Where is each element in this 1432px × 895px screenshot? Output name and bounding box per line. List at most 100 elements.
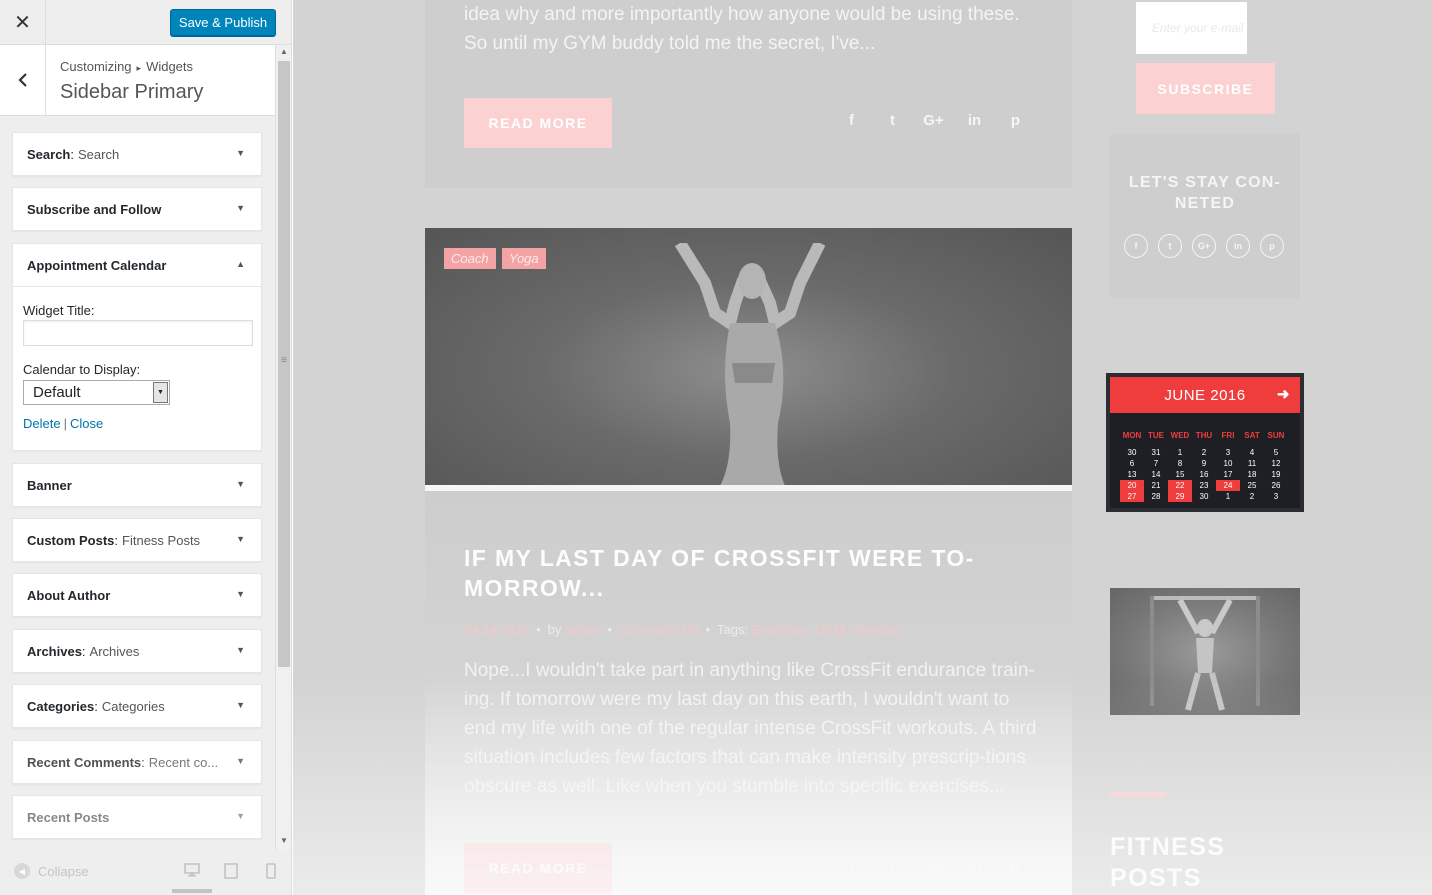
- widget-title-input[interactable]: [23, 320, 253, 346]
- post-tag[interactable]: Coach: [444, 248, 496, 269]
- calendar-day[interactable]: 20: [1120, 480, 1144, 491]
- calendar-day[interactable]: 6: [1120, 458, 1144, 469]
- calendar-day[interactable]: 2: [1192, 447, 1216, 458]
- expand-arrow-icon[interactable]: ▼: [236, 756, 245, 766]
- calendar-day[interactable]: 27: [1120, 491, 1144, 502]
- calendar-day[interactable]: 25: [1240, 480, 1264, 491]
- calendar-day[interactable]: 5: [1264, 447, 1288, 458]
- linkedin-icon[interactable]: in: [954, 112, 995, 129]
- close-customizer-button[interactable]: ✕: [0, 0, 46, 45]
- expand-arrow-icon[interactable]: ▼: [236, 148, 245, 158]
- calendar-day[interactable]: 3: [1264, 491, 1288, 502]
- arrow-right-icon[interactable]: ➜: [1277, 385, 1290, 403]
- read-more-button[interactable]: READ MORE: [464, 843, 612, 893]
- calendar-day[interactable]: 15: [1168, 469, 1192, 480]
- expand-arrow-icon[interactable]: ▼: [236, 645, 245, 655]
- calendar-day[interactable]: 31: [1144, 447, 1168, 458]
- collapse-arrow-icon[interactable]: ▲: [236, 259, 245, 269]
- collapse-button[interactable]: ◀ Collapse: [14, 863, 89, 879]
- widget-subscribe-follow[interactable]: Subscribe and Follow ▼: [12, 187, 262, 231]
- twitter-icon[interactable]: t: [872, 858, 913, 875]
- save-publish-button[interactable]: Save & Publish: [170, 9, 276, 36]
- pinterest-icon[interactable]: p: [1260, 234, 1284, 258]
- widget-archives[interactable]: Archives: Archives ▼: [12, 629, 262, 673]
- calendar-day[interactable]: 29: [1168, 491, 1192, 502]
- post-author[interactable]: admin: [565, 622, 600, 637]
- widget-banner[interactable]: Banner ▼: [12, 463, 262, 507]
- calendar-day[interactable]: 21: [1144, 480, 1168, 491]
- linkedin-icon[interactable]: in: [1226, 234, 1250, 258]
- calendar-day[interactable]: 11: [1240, 458, 1264, 469]
- calendar-day[interactable]: 30: [1120, 447, 1144, 458]
- calendar-day[interactable]: 9: [1192, 458, 1216, 469]
- google-plus-icon[interactable]: G+: [913, 112, 954, 129]
- newsletter-email-input[interactable]: Enter your e-mail: [1136, 2, 1247, 54]
- read-more-button[interactable]: READ MORE: [464, 98, 612, 148]
- facebook-icon[interactable]: f: [831, 858, 872, 875]
- facebook-icon[interactable]: f: [1124, 234, 1148, 258]
- calendar-day[interactable]: 4: [1240, 447, 1264, 458]
- linkedin-icon[interactable]: in: [954, 858, 995, 875]
- fitness-thumbnail-image[interactable]: [1110, 588, 1300, 715]
- post-title[interactable]: IF MY LAST DAY OF CROSSFIT WERE TO-MORRO…: [464, 543, 1004, 603]
- calendar-day[interactable]: 26: [1264, 480, 1288, 491]
- calendar-day[interactable]: 3: [1216, 447, 1240, 458]
- device-tablet-button[interactable]: [211, 863, 251, 893]
- calendar-day[interactable]: 30: [1192, 491, 1216, 502]
- calendar-day[interactable]: 14: [1144, 469, 1168, 480]
- calendar-day[interactable]: 1: [1168, 447, 1192, 458]
- calendar-day[interactable]: 10: [1216, 458, 1240, 469]
- calendar-day[interactable]: 23: [1192, 480, 1216, 491]
- widget-recent-comments[interactable]: Recent Comments: Recent co... ▼: [12, 740, 262, 784]
- expand-arrow-icon[interactable]: ▼: [236, 811, 245, 821]
- expand-arrow-icon[interactable]: ▼: [236, 589, 245, 599]
- close-icon: ✕: [14, 12, 31, 34]
- calendar-day[interactable]: 1: [1216, 491, 1240, 502]
- post-comments[interactable]: comments (0): [619, 622, 698, 637]
- widget-custom-posts[interactable]: Custom Posts: Fitness Posts ▼: [12, 518, 262, 562]
- calendar-day[interactable]: 17: [1216, 469, 1240, 480]
- expand-arrow-icon[interactable]: ▼: [236, 700, 245, 710]
- delete-link[interactable]: Delete: [23, 416, 61, 431]
- facebook-icon[interactable]: f: [831, 112, 872, 129]
- post-tag-links[interactable]: Exercises, GYM, Workout: [752, 622, 901, 637]
- post-date[interactable]: 04.24.2016: [464, 622, 529, 637]
- calendar-day[interactable]: 12: [1264, 458, 1288, 469]
- calendar-day[interactable]: 16: [1192, 469, 1216, 480]
- calendar-day[interactable]: 7: [1144, 458, 1168, 469]
- calendar-day[interactable]: 18: [1240, 469, 1264, 480]
- back-button[interactable]: [0, 45, 46, 115]
- scroll-up-icon[interactable]: ▲: [276, 47, 291, 59]
- calendar-day[interactable]: 8: [1168, 458, 1192, 469]
- close-link[interactable]: Close: [70, 416, 103, 431]
- widget-appointment-calendar[interactable]: Appointment Calendar ▲ Widget Title: Cale…: [12, 243, 262, 451]
- google-plus-icon[interactable]: G+: [1192, 234, 1216, 258]
- device-mobile-button[interactable]: [251, 863, 291, 893]
- twitter-icon[interactable]: t: [872, 112, 913, 129]
- expand-arrow-icon[interactable]: ▼: [236, 203, 245, 213]
- google-plus-icon[interactable]: G+: [913, 858, 954, 875]
- post-tag[interactable]: Yoga: [502, 248, 546, 269]
- calendar-day[interactable]: 22: [1168, 480, 1192, 491]
- pinterest-icon[interactable]: p: [995, 858, 1036, 875]
- widget-about-author[interactable]: About Author ▼: [12, 573, 262, 617]
- post-featured-image[interactable]: Coach Yoga: [425, 228, 1072, 486]
- dropdown-arrow-icon[interactable]: ▼: [153, 382, 168, 403]
- panel-scrollbar[interactable]: ▲ ≡ ▼: [275, 45, 291, 850]
- calendar-day[interactable]: 28: [1144, 491, 1168, 502]
- expand-arrow-icon[interactable]: ▼: [236, 479, 245, 489]
- calendar-day[interactable]: 13: [1120, 469, 1144, 480]
- calendar-select[interactable]: Default ▼: [23, 380, 170, 405]
- widget-search[interactable]: Search: Search ▼: [12, 132, 262, 176]
- pinterest-icon[interactable]: p: [995, 112, 1036, 129]
- expand-arrow-icon[interactable]: ▼: [236, 534, 245, 544]
- widget-categories[interactable]: Categories: Categories ▼: [12, 684, 262, 728]
- twitter-icon[interactable]: t: [1158, 234, 1182, 258]
- widget-recent-posts[interactable]: Recent Posts ▼: [12, 795, 262, 839]
- calendar-day[interactable]: 24: [1216, 480, 1240, 491]
- calendar-day[interactable]: 2: [1240, 491, 1264, 502]
- subscribe-button[interactable]: SUBSCRIBE: [1136, 63, 1275, 114]
- device-desktop-button[interactable]: [172, 863, 212, 893]
- calendar-day[interactable]: 19: [1264, 469, 1288, 480]
- scroll-down-icon[interactable]: ▼: [276, 836, 291, 848]
